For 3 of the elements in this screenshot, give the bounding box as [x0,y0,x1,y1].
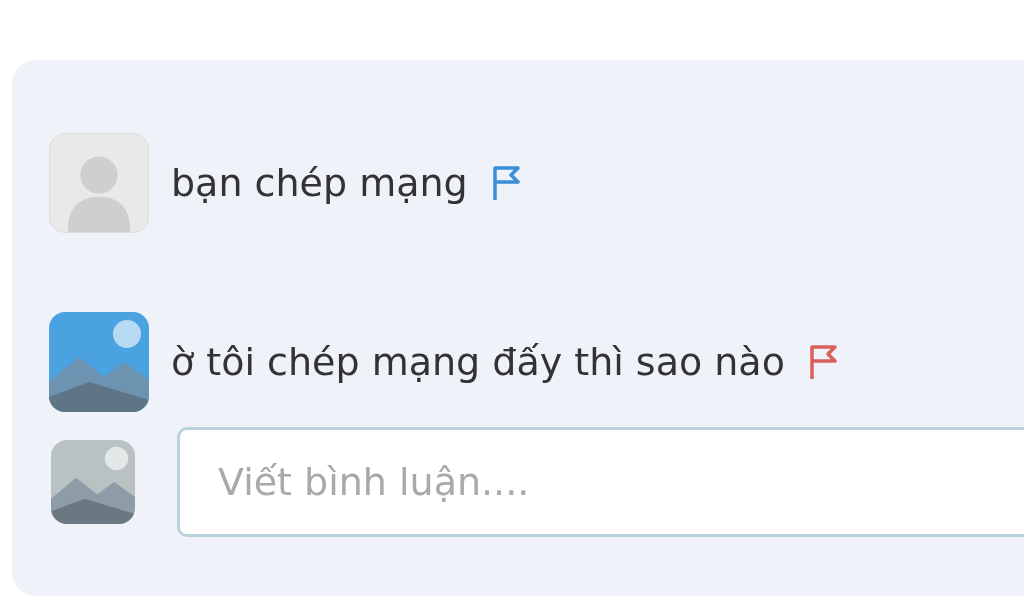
comment-text: bạn chép mạng [171,161,468,205]
comment-text: ờ tôi chép mạng đấy thì sao nào [171,340,785,384]
comment-input[interactable]: Viết bình luận.... [177,427,1024,537]
